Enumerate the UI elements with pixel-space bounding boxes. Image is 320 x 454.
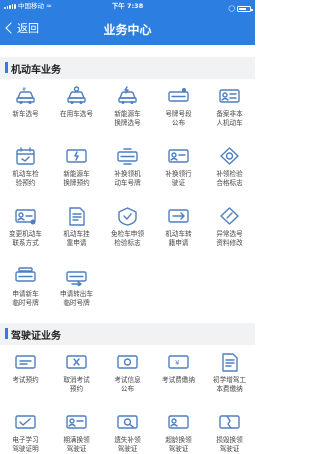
- service-item[interactable]: 机动车检 验预约: [0, 140, 51, 200]
- service-label: 期满换领 驾驶证: [63, 436, 90, 453]
- section-title: 驾驶证业务: [11, 331, 61, 342]
- service-item[interactable]: 初学增驾工 本费缴纳: [204, 346, 255, 406]
- plate-notice-icon: [167, 86, 190, 106]
- service-label: 考试信息 公布: [114, 376, 141, 393]
- service-label: 备案非本 人机动车: [216, 110, 243, 127]
- service-item[interactable]: 损毁换领 驾驶证: [204, 406, 255, 454]
- service-label: 新能源车 换牌预约: [63, 170, 90, 187]
- service-label: 遗失补领 驾驶证: [114, 436, 141, 453]
- service-label: 损毁换领 驾驶证: [216, 436, 243, 453]
- service-label: 免检车申领 检验标志: [111, 230, 144, 247]
- service-item[interactable]: 机动车转 籍申请: [153, 200, 204, 260]
- cancel-booking-icon: [65, 352, 88, 372]
- service-label: 电子学习 驾驶证明: [12, 436, 39, 453]
- document-plate-icon: [65, 206, 88, 226]
- service-item[interactable]: ¥ 考试费缴纳: [153, 346, 204, 406]
- exam-info-icon: [116, 352, 139, 372]
- service-label: 机动车转 籍申请: [165, 230, 192, 247]
- edit-document-icon: [218, 206, 241, 226]
- service-label: 机动车挂 靠申请: [63, 230, 90, 247]
- service-item[interactable]: # 新车选号: [0, 80, 51, 140]
- transfer-plate-icon: [65, 266, 88, 287]
- used-car-icon: [65, 86, 88, 106]
- exam-booking-icon: [14, 352, 37, 372]
- aged-license-icon: [167, 412, 190, 432]
- service-item[interactable]: 新能源车 换牌预约: [51, 140, 102, 200]
- service-item[interactable]: 补换领机 动车号牌: [102, 140, 153, 200]
- car-person-icon: [218, 86, 241, 106]
- service-label: 新能源车 换牌选号: [114, 110, 141, 127]
- service-item[interactable]: 申请新车 临时号牌: [0, 260, 51, 320]
- transfer-card-icon: [167, 206, 190, 226]
- renew-license-icon: [65, 412, 88, 432]
- service-label: 申请新车 临时号牌: [12, 290, 39, 307]
- car-number-icon: #: [14, 86, 37, 106]
- service-item[interactable]: 考试信息 公布: [102, 346, 153, 406]
- service-item[interactable]: 变更机动车 联系方式: [0, 200, 51, 260]
- service-label: 在用车选号: [60, 110, 93, 118]
- temp-plate-icon: [14, 266, 37, 286]
- service-label: 超龄换领 驾驶证: [165, 436, 192, 453]
- license-services-grid: 考试预约 取消考试 预约 考试信息 公布 ¥ 考试费缴纳 初学增驾工 本费缴纳电子学习 驾…: [0, 346, 255, 454]
- service-label: 考试费缴纳: [162, 376, 195, 384]
- service-item[interactable]: 机动车挂 靠申请: [51, 200, 102, 260]
- service-item[interactable]: 遗失补领 驾驶证: [102, 406, 153, 454]
- exempt-badge-icon: [116, 206, 139, 226]
- service-item[interactable]: 异常选号 资料修改: [204, 200, 255, 260]
- service-item[interactable]: 新能源车 换牌选号: [102, 80, 153, 140]
- service-item[interactable]: 超龄换领 驾驶证: [153, 406, 204, 454]
- section-accent: [5, 62, 8, 73]
- service-item[interactable]: 免检车申领 检验标志: [102, 200, 153, 260]
- license-card-icon: [167, 146, 190, 166]
- fee-document-icon: [218, 352, 241, 372]
- service-label: 申请转出车 临时号牌: [60, 290, 93, 307]
- ev-car-icon: [116, 86, 139, 106]
- service-item[interactable]: 期满换领 驾驶证: [51, 406, 102, 454]
- exam-fee-icon: ¥: [167, 352, 190, 372]
- svg-text:¥: ¥: [175, 359, 180, 367]
- e-certificate-icon: [14, 412, 37, 432]
- service-label: 初学增驾工 本费缴纳: [213, 376, 246, 393]
- page-title: 业务中心: [103, 23, 152, 37]
- service-label: 新车选号: [12, 110, 39, 118]
- service-item[interactable]: 申请转出车 临时号牌: [51, 260, 102, 320]
- section-header-license: 驾驶证业务: [0, 323, 255, 345]
- service-label: 考试预约: [12, 376, 39, 384]
- status-time: 下午 7:38: [111, 2, 144, 10]
- service-label: 异常选号 资料修改: [216, 230, 243, 247]
- ev-appointment-icon: [65, 146, 88, 166]
- service-item[interactable]: 备案非本 人机动车: [204, 80, 255, 140]
- damaged-license-icon: [218, 412, 241, 432]
- service-item[interactable]: 取消考试 预约: [51, 346, 102, 406]
- service-label: 号牌号段 公布: [165, 110, 192, 127]
- vehicle-services-grid: # 新车选号 在用车选号 新能源车 换牌选号 号牌号段 公布 备案非本 人机动车机动车检 …: [0, 80, 255, 320]
- section-accent: [5, 328, 8, 339]
- status-bar: 中国移动 ≈ 下午 7:38 ◯: [0, 0, 255, 12]
- section-header-vehicle: 机动车业务: [0, 57, 255, 79]
- service-label: 取消考试 预约: [63, 376, 90, 393]
- service-label: 补换领机 动车号牌: [114, 170, 141, 187]
- service-item[interactable]: 电子学习 驾驶证明: [0, 406, 51, 454]
- service-item[interactable]: 补领检验 合格标志: [204, 140, 255, 200]
- nav-bar: 返回 业务中心: [0, 12, 255, 45]
- contact-card-icon: [14, 206, 37, 226]
- service-item[interactable]: 考试预约: [0, 346, 51, 406]
- section-title: 机动车业务: [11, 65, 61, 76]
- certificate-icon: [218, 146, 241, 166]
- service-label: 变更机动车 联系方式: [9, 230, 42, 247]
- inspection-calendar-icon: [14, 146, 37, 166]
- service-label: 机动车检 验预约: [12, 170, 39, 187]
- service-label: 补换领行 驶证: [165, 170, 192, 187]
- lost-license-icon: [116, 412, 139, 432]
- service-item[interactable]: 号牌号段 公布: [153, 80, 204, 140]
- service-item[interactable]: 补换领行 驶证: [153, 140, 204, 200]
- svg-text:#: #: [22, 87, 26, 93]
- plate-replace-icon: [116, 146, 139, 166]
- service-item[interactable]: 在用车选号: [51, 80, 102, 140]
- service-label: 补领检验 合格标志: [216, 170, 243, 187]
